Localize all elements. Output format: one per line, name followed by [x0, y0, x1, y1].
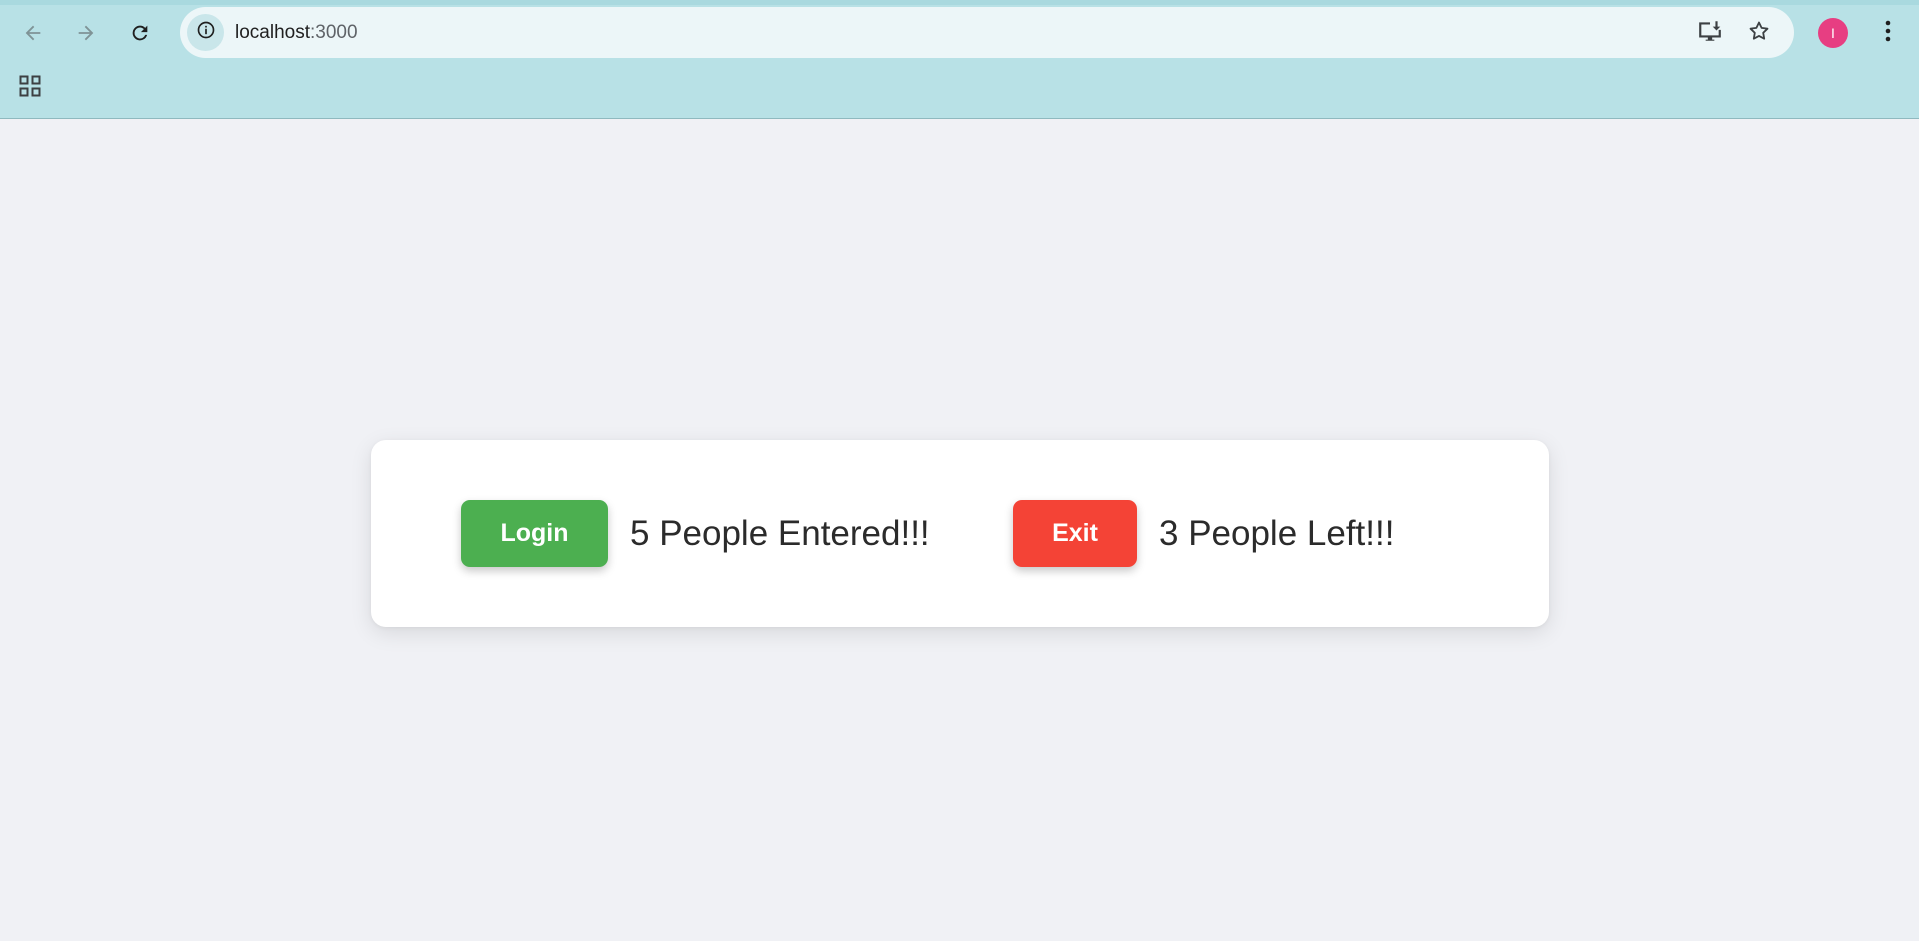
- back-button[interactable]: [13, 13, 53, 53]
- kebab-menu-icon: [1884, 20, 1892, 47]
- exit-button[interactable]: Exit: [1013, 500, 1137, 567]
- browser-toolbar: localhost:3000 I: [0, 0, 1919, 119]
- apps-grid-icon: [19, 75, 41, 102]
- left-count-text: 3 People Left!!!: [1159, 514, 1395, 553]
- login-button[interactable]: Login: [461, 500, 608, 567]
- reload-button[interactable]: [120, 13, 160, 53]
- profile-avatar[interactable]: I: [1818, 18, 1848, 48]
- profile-initial: I: [1831, 25, 1835, 41]
- install-app-icon: [1697, 18, 1723, 49]
- address-bar[interactable]: localhost:3000: [180, 7, 1794, 58]
- browser-menu-button[interactable]: [1872, 15, 1904, 51]
- site-info-button[interactable]: [187, 14, 224, 51]
- counter-card: Login 5 People Entered!!! Exit 3 People …: [371, 440, 1549, 627]
- info-icon: [196, 20, 216, 45]
- arrow-right-icon: [75, 22, 97, 44]
- reload-icon: [129, 22, 151, 44]
- browser-top-strip: [0, 0, 1919, 5]
- bookmark-button[interactable]: [1745, 19, 1773, 47]
- apps-shortcut-button[interactable]: [14, 74, 46, 102]
- star-icon: [1747, 19, 1771, 48]
- url-host: localhost: [235, 22, 310, 43]
- install-app-button[interactable]: [1696, 19, 1724, 47]
- forward-button[interactable]: [66, 13, 106, 53]
- url-text[interactable]: localhost:3000: [235, 7, 358, 58]
- arrow-left-icon: [22, 22, 44, 44]
- entered-count-text: 5 People Entered!!!: [630, 514, 930, 553]
- url-port: :3000: [310, 22, 358, 43]
